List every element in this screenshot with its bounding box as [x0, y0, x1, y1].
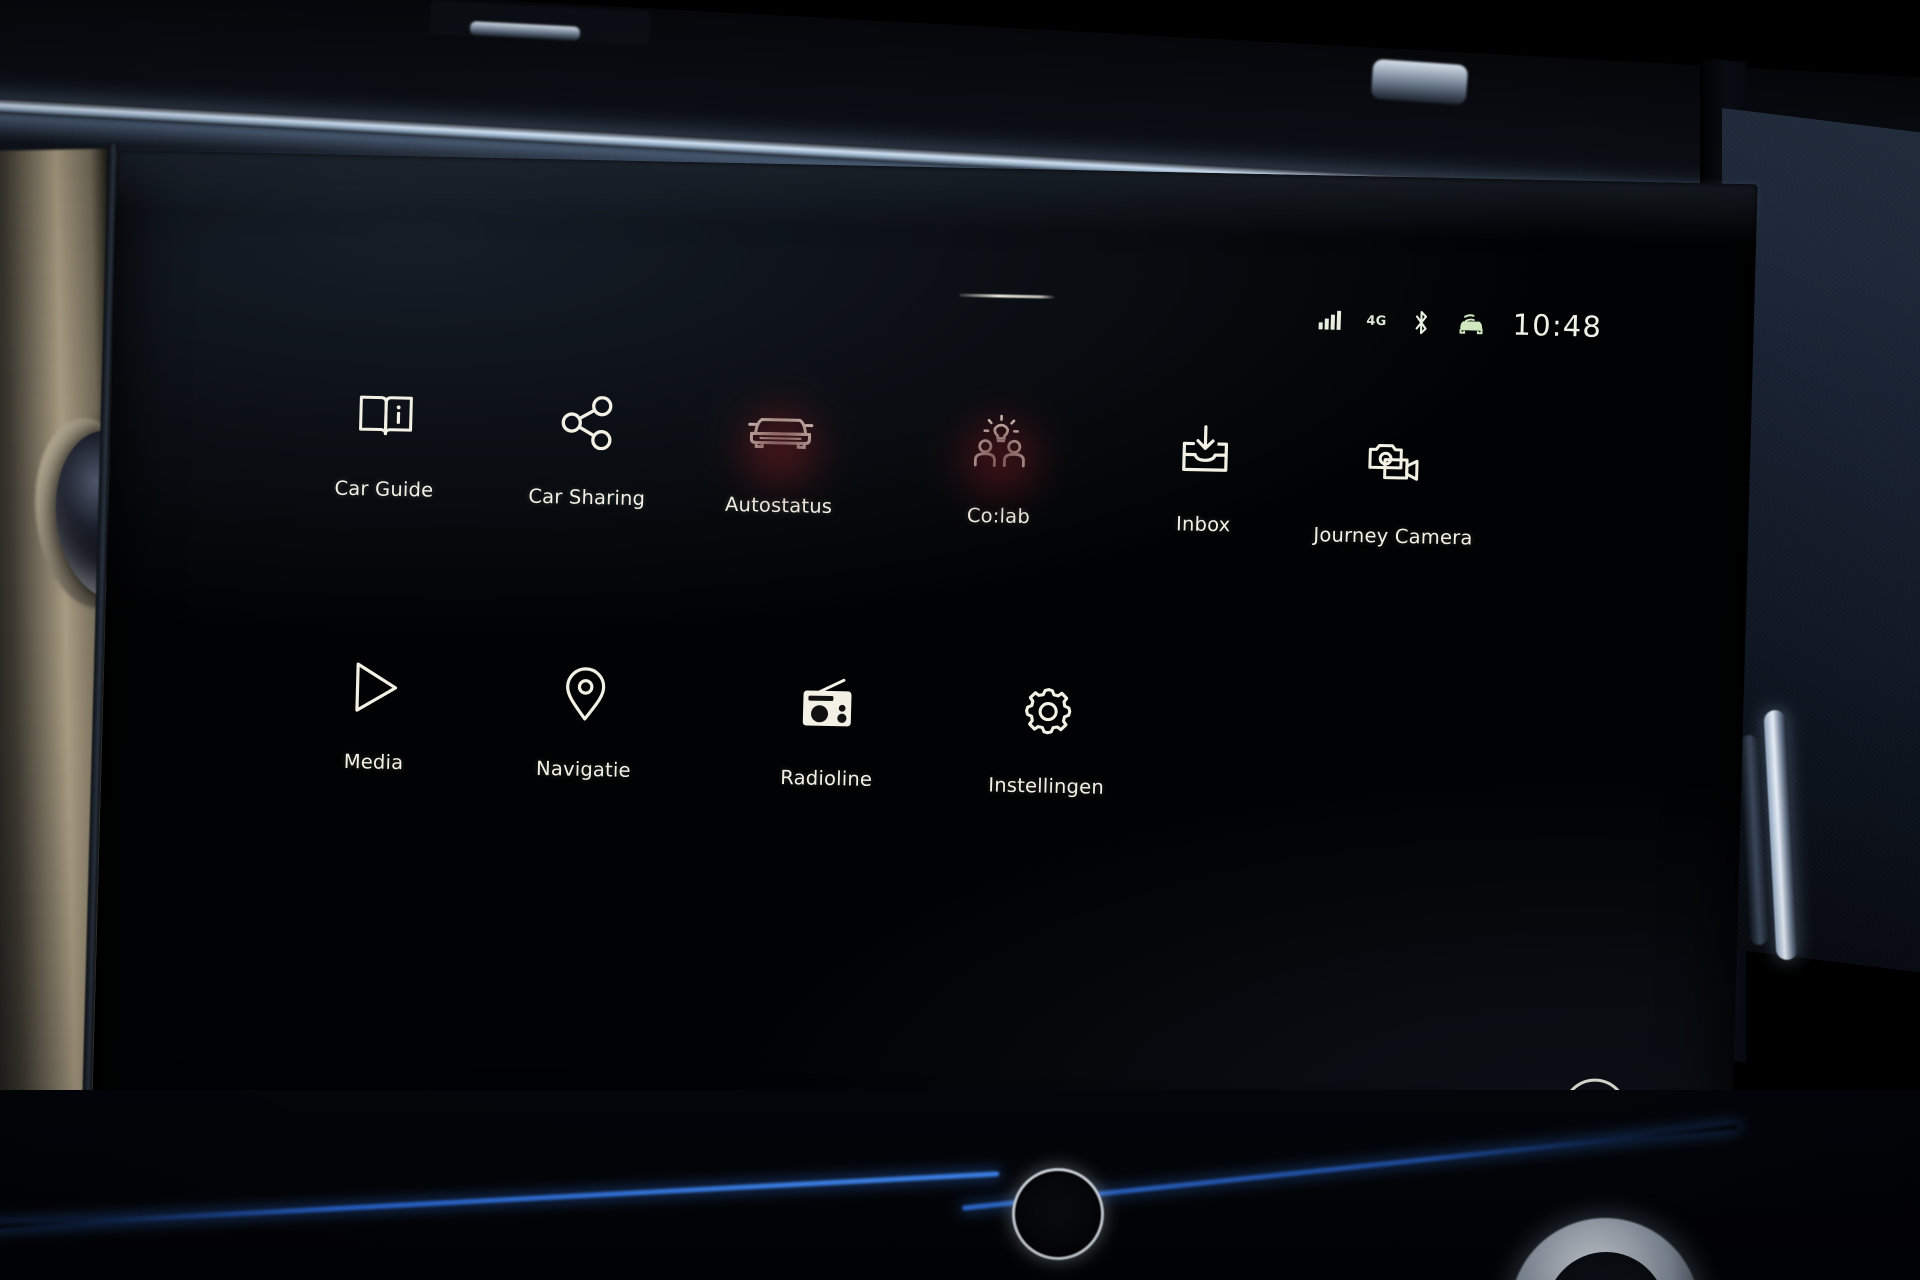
vent-highlight: [1370, 58, 1469, 106]
screen-ui-layer: 4G 10:48 Car Guide Car Sharing Autostatu…: [91, 150, 1757, 1204]
infotainment-photo-scene: 4G 10:48 Car Guide Car Sharing Autostatu…: [0, 0, 1920, 1280]
infotainment-screen[interactable]: 4G 10:48 Car Guide Car Sharing Autostatu…: [81, 143, 1758, 1204]
climate-bar: 20 .5 OFF: [91, 150, 1757, 1195]
